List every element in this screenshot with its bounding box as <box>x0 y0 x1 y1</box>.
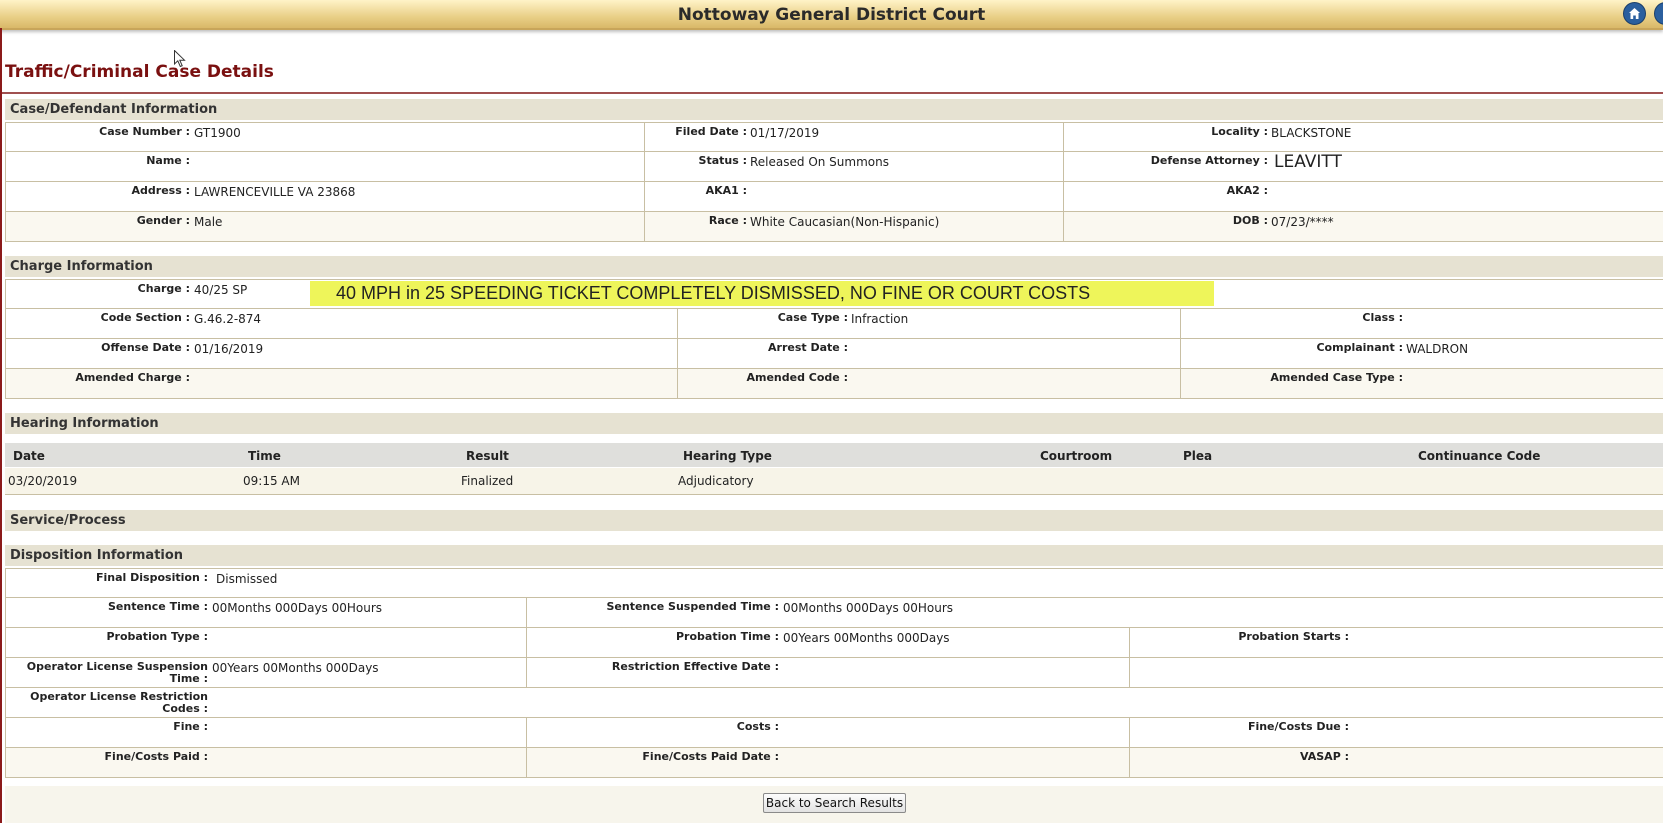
probation-time-value: 00Years 00Months 000Days <box>783 631 950 645</box>
filed-date-value: 01/17/2019 <box>750 126 820 140</box>
complainant-label: Complainant : <box>1316 341 1403 354</box>
aka1-label: AKA1 : <box>705 184 747 197</box>
locality-label: Locality : <box>1211 125 1268 138</box>
amended-code-label: Amended Code : <box>746 371 849 384</box>
charge-info-heading: Charge Information <box>5 256 1663 277</box>
gender-label: Gender : <box>136 214 190 227</box>
fine-costs-paid-label: Fine/Costs Paid : <box>104 750 208 763</box>
offense-date-value: 01/16/2019 <box>194 342 264 356</box>
case-number-value: GT1900 <box>194 126 241 140</box>
ol-restriction-label: Operator License Restriction Codes : <box>30 690 208 715</box>
code-section-value: G.46.2-874 <box>194 312 262 326</box>
service-process-heading: Service/Process <box>5 510 1663 531</box>
fine-costs-paid-date-label: Fine/Costs Paid Date : <box>642 750 779 763</box>
name-label: Name : <box>146 154 190 167</box>
sentence-suspended-value: 00Months 000Days 00Hours <box>783 601 954 615</box>
charge-value: 40/25 SP <box>194 283 248 297</box>
address-value: LAWRENCEVILLE VA 23868 <box>194 185 356 199</box>
probation-starts-label: Probation Starts : <box>1238 630 1349 643</box>
hearing-result: Finalized <box>461 474 514 488</box>
ol-suspension-value: 00Years 00Months 000Days <box>212 661 379 675</box>
disposition-row-1: Final Disposition : Dismissed <box>5 568 1663 598</box>
column-header: Plea <box>1183 449 1213 463</box>
charge-row-2: Code Section : G.46.2-874 Case Type : In… <box>5 309 1663 339</box>
ol-suspension-label: Operator License Suspension Time : <box>26 660 208 685</box>
probation-time-label: Probation Time : <box>675 630 779 643</box>
dismissed-banner: 40 MPH in 25 SPEEDING TICKET COMPLETELY … <box>310 281 1214 306</box>
restriction-date-label: Restriction Effective Date : <box>611 660 779 673</box>
final-disposition-label: Final Disposition : <box>96 571 208 584</box>
amended-charge-label: Amended Charge : <box>75 371 190 384</box>
dob-value: 07/23/**** <box>1271 215 1334 229</box>
code-section-label: Code Section : <box>100 311 190 324</box>
charge-row-3: Offense Date : 01/16/2019 Arrest Date : … <box>5 339 1663 369</box>
disposition-row-6: Fine : Costs : Fine/Costs Due : <box>5 718 1663 748</box>
amended-case-type-label: Amended Case Type : <box>1270 371 1403 384</box>
charge-label: Charge : <box>137 282 190 295</box>
home-icon[interactable] <box>1623 2 1646 25</box>
complainant-value: WALDRON <box>1406 342 1469 356</box>
gender-value: Male <box>194 215 223 229</box>
case-row-4: Gender : Male Race : White Caucasian(Non… <box>5 212 1663 242</box>
disposition-row-7: Fine/Costs Paid : Fine/Costs Paid Date :… <box>5 748 1663 778</box>
case-type-label: Case Type : <box>777 311 848 324</box>
column-header: Courtroom <box>1040 449 1113 463</box>
sentence-time-label: Sentence Time : <box>108 600 208 613</box>
top-bar: Nottoway General District Court <box>0 0 1663 30</box>
race-label: Race : <box>708 214 747 227</box>
charge-row-4: Amended Charge : Amended Code : Amended … <box>5 369 1663 399</box>
page-title: Traffic/Criminal Case Details <box>5 62 274 82</box>
left-border <box>0 28 2 823</box>
defense-attorney-value: LEAVITT <box>1274 152 1342 172</box>
aka2-label: AKA2 : <box>1226 184 1268 197</box>
costs-label: Costs : <box>736 720 779 733</box>
column-header: Result <box>466 449 509 463</box>
disposition-heading: Disposition Information <box>5 545 1663 566</box>
disposition-row-2: Sentence Time : 00Months 000Days 00Hours… <box>5 598 1663 628</box>
case-info-heading: Case/Defendant Information <box>5 99 1663 120</box>
status-value: Released On Summons <box>750 155 889 169</box>
offense-date-label: Offense Date : <box>101 341 190 354</box>
hearing-table-header: Date Time Result Hearing Type Courtroom … <box>5 443 1663 467</box>
dob-label: DOB : <box>1232 214 1268 227</box>
status-label: Status : <box>698 154 747 167</box>
back-to-search-results-button[interactable]: Back to Search Results <box>763 793 906 813</box>
arrest-date-label: Arrest Date : <box>768 341 848 354</box>
final-disposition-value: Dismissed <box>216 572 278 586</box>
sentence-suspended-label: Sentence Suspended Time : <box>606 600 779 613</box>
case-row-1: Case Number : GT1900 Filed Date : 01/17/… <box>5 122 1663 152</box>
class-label: Class : <box>1362 311 1403 324</box>
case-row-2: Name : Status : Released On Summons Defe… <box>5 152 1663 182</box>
fine-label: Fine : <box>173 720 208 733</box>
case-row-3: Address : LAWRENCEVILLE VA 23868 AKA1 : … <box>5 182 1663 212</box>
title-divider <box>2 92 1663 94</box>
disposition-row-3: Probation Type : Probation Time : 00Year… <box>5 628 1663 658</box>
hearing-time: 09:15 AM <box>243 474 300 488</box>
case-type-value: Infraction <box>851 312 909 326</box>
sentence-time-value: 00Months 000Days 00Hours <box>212 601 383 615</box>
vasap-label: VASAP : <box>1299 750 1349 763</box>
hearing-type: Adjudicatory <box>678 474 754 488</box>
disposition-row-4: Operator License Suspension Time : 00Year… <box>5 658 1663 688</box>
probation-type-label: Probation Type : <box>106 630 208 643</box>
table-row: 03/20/2019 09:15 AM Finalized Adjudicato… <box>5 468 1663 495</box>
fine-costs-due-label: Fine/Costs Due : <box>1247 720 1349 733</box>
hearing-info-heading: Hearing Information <box>5 413 1663 434</box>
hearing-date: 03/20/2019 <box>8 474 78 488</box>
column-header: Date <box>13 449 45 463</box>
case-number-label: Case Number : <box>99 125 190 138</box>
column-header: Hearing Type <box>683 449 772 463</box>
defense-attorney-label: Defense Attorney : <box>1150 154 1268 167</box>
court-title: Nottoway General District Court <box>677 5 986 25</box>
disposition-row-5: Operator License Restriction Codes : <box>5 688 1663 718</box>
column-header: Continuance Code <box>1418 449 1541 463</box>
column-header: Time <box>248 449 281 463</box>
locality-value: BLACKSTONE <box>1271 126 1352 140</box>
address-label: Address : <box>131 184 190 197</box>
race-value: White Caucasian(Non-Hispanic) <box>750 215 940 229</box>
filed-date-label: Filed Date : <box>675 125 747 138</box>
